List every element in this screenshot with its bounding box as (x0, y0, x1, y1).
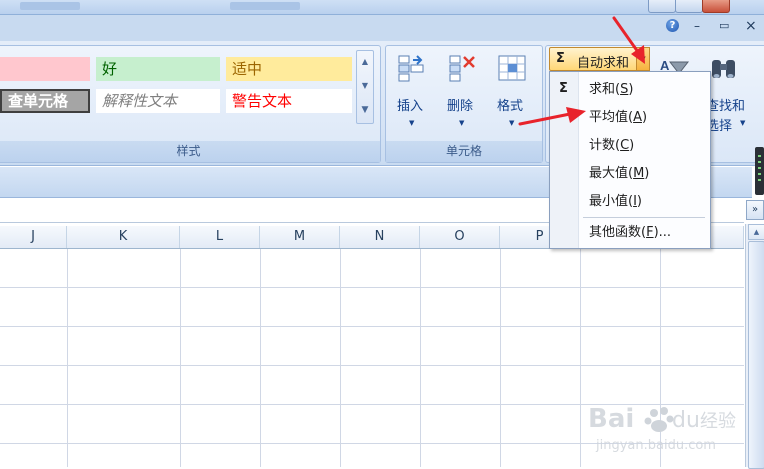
column-header[interactable]: M (260, 226, 340, 248)
sigma-icon: Σ (556, 51, 565, 66)
column-header[interactable]: O (420, 226, 500, 248)
style-explanatory-text[interactable]: 解释性文本 (96, 89, 220, 113)
insert-cells-icon[interactable] (396, 53, 428, 83)
delete-cells-icon[interactable] (447, 53, 479, 83)
menu-item-sum[interactable]: 求和(S) (579, 76, 708, 104)
minimize-window-button[interactable] (648, 0, 676, 13)
svg-text:jingyan.baidu.com: jingyan.baidu.com (595, 438, 716, 453)
ribbon-restore-button[interactable]: ▭ (719, 19, 729, 33)
menu-item-min[interactable]: 最小值(I) (579, 188, 708, 216)
title-ghost-text (20, 2, 80, 10)
svg-text:du: du (672, 408, 700, 433)
menu-item-average[interactable]: 平均值(A) (579, 104, 708, 132)
styles-gallery-scroller[interactable]: ▲ ▼ ▼ (356, 50, 374, 124)
autosum-menu: Σ 求和(S) 平均值(A) 计数(C) 最大值(M) 最小值(I) 其他函数(… (549, 71, 711, 249)
find-select-label-line1[interactable]: 查找和 (706, 95, 745, 114)
styles-group-label: 样式 (0, 141, 380, 162)
grid-line (180, 249, 181, 467)
column-header[interactable]: J (0, 226, 67, 248)
zoom-slider[interactable] (755, 147, 764, 195)
style-good[interactable]: 好 (96, 57, 220, 81)
menu-separator (583, 217, 705, 218)
menu-gutter: Σ (550, 72, 579, 248)
gallery-more-icon[interactable]: ▼ (359, 99, 371, 121)
format-cells-icon[interactable] (496, 53, 528, 83)
svg-text:Bai: Bai (588, 404, 634, 434)
baidu-watermark-logo: Bai du 经验 jingyan.baidu.com (588, 404, 736, 453)
svg-text:经验: 经验 (700, 411, 736, 432)
chevron-down-icon[interactable]: ▼ (740, 119, 745, 127)
grid-line (260, 249, 261, 467)
grid-line (500, 249, 501, 467)
ribbon-close-button[interactable]: × (745, 19, 757, 33)
chevron-down-icon[interactable]: ▼ (409, 119, 414, 127)
menu-item-count[interactable]: 计数(C) (579, 132, 708, 160)
chevron-down-icon[interactable]: ▼ (509, 119, 514, 127)
grid-line (420, 249, 421, 467)
chevron-down-icon[interactable]: ▼ (459, 119, 464, 127)
maximize-window-button[interactable] (675, 0, 703, 13)
menu-item-more-functions[interactable]: 其他函数(F)... (579, 219, 708, 247)
sigma-icon: Σ (559, 81, 568, 96)
help-icon[interactable]: ? (666, 19, 679, 32)
close-window-button[interactable] (702, 0, 730, 13)
style-check-cell[interactable]: 查单元格 (0, 89, 90, 113)
annotation-arrow-icon (612, 16, 645, 64)
insert-label[interactable]: 插入 (397, 95, 423, 114)
style-bad[interactable] (0, 57, 90, 81)
column-header[interactable]: K (67, 226, 180, 248)
scroll-up-icon[interactable]: ▲ (748, 224, 764, 240)
column-header[interactable]: L (180, 226, 260, 248)
title-ghost-text (230, 2, 300, 10)
menu-item-max[interactable]: 最大值(M) (579, 160, 708, 188)
column-header[interactable]: N (340, 226, 420, 248)
title-bar (0, 0, 764, 15)
delete-label[interactable]: 删除 (447, 95, 473, 114)
binoculars-icon[interactable] (708, 54, 740, 84)
chevron-up-icon[interactable]: ▲ (359, 51, 371, 73)
grid-line (340, 249, 341, 467)
style-neutral[interactable]: 适中 (226, 57, 352, 81)
chevron-down-icon[interactable]: ▼ (359, 75, 371, 97)
ribbon-minimize-button[interactable]: – (694, 19, 700, 33)
vertical-scrollbar[interactable]: ▲ (745, 224, 764, 469)
grid-line (67, 249, 68, 467)
style-warning-text[interactable]: 警告文本 (226, 89, 352, 113)
expand-formula-bar-button[interactable]: » (746, 200, 764, 220)
scrollbar-thumb[interactable] (748, 241, 764, 469)
annotation-arrow-icon (518, 107, 586, 126)
cells-group-label: 单元格 (386, 141, 542, 162)
grid-line (580, 249, 581, 467)
